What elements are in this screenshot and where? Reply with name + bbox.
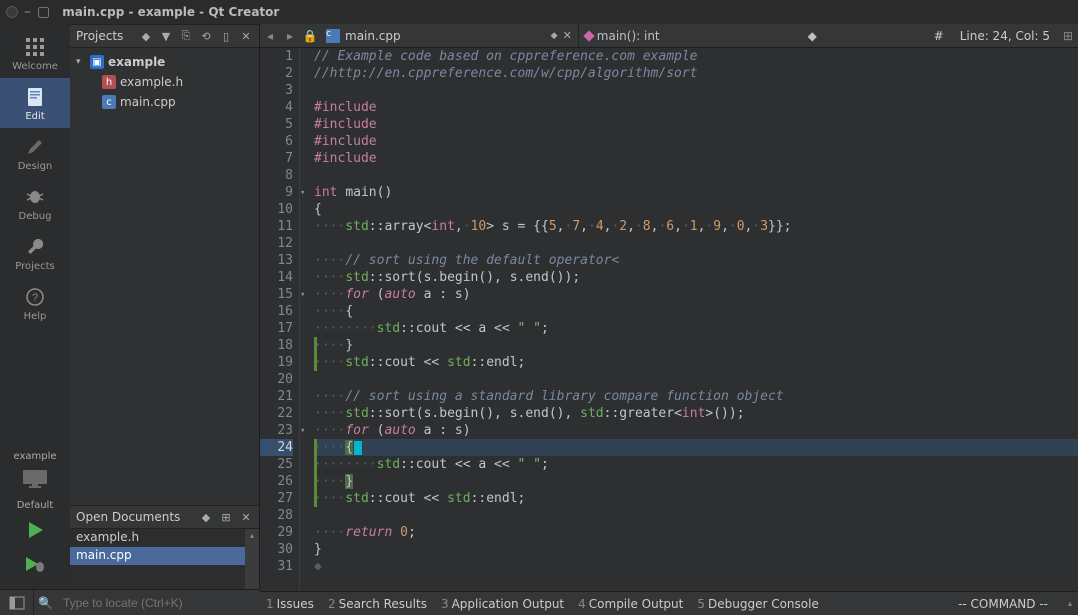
chevron-up-icon[interactable]: ▴ xyxy=(1068,599,1072,608)
open-doc-row[interactable]: main.cpp xyxy=(70,547,259,565)
mode-projects[interactable]: Projects xyxy=(0,228,70,278)
mode-projects-label: Projects xyxy=(15,261,54,272)
file-tab-label: main.cpp xyxy=(345,29,401,43)
open-doc-label: main.cpp xyxy=(76,548,132,562)
filter-icon[interactable]: ▼ xyxy=(159,29,173,43)
tree-file-row[interactable]: h example.h xyxy=(70,72,259,92)
mode-help-label: Help xyxy=(24,311,47,322)
tree-file-label: example.h xyxy=(120,75,183,89)
mode-design-label: Design xyxy=(18,161,53,172)
line-col-status[interactable]: Line: 24, Col: 5 xyxy=(952,29,1058,43)
run-button[interactable] xyxy=(0,513,70,547)
open-doc-row[interactable]: example.h xyxy=(70,529,259,547)
output-tab[interactable]: 5Debugger Console xyxy=(697,597,819,611)
locator-bar: 🔍 xyxy=(0,589,260,615)
chevron-down-icon[interactable]: ◆ xyxy=(808,29,817,43)
sync-icon[interactable]: ⟲ xyxy=(199,29,213,43)
editor-toolbar: ◂ ▸ 🔒 c main.cpp ◆ ✕ main(): int ◆ # Lin… xyxy=(260,24,1078,48)
close-panel-icon[interactable]: ✕ xyxy=(239,510,253,524)
tree-file-label: main.cpp xyxy=(120,95,176,109)
nav-back-button[interactable]: ◂ xyxy=(260,29,280,43)
output-tab[interactable]: 1Issues xyxy=(266,597,314,611)
open-doc-label: example.h xyxy=(76,530,139,544)
vim-mode-status: -- COMMAND -- xyxy=(958,597,1048,611)
split-editor-icon[interactable]: ⊞ xyxy=(1058,29,1078,43)
mode-design[interactable]: Design xyxy=(0,128,70,178)
split-icon[interactable]: ▯ xyxy=(219,29,233,43)
nav-forward-button[interactable]: ▸ xyxy=(280,29,300,43)
tree-project-row[interactable]: ▾ ▣ example xyxy=(70,52,259,72)
link-icon[interactable]: ⎘ xyxy=(179,29,193,43)
svg-text:?: ? xyxy=(32,292,38,304)
locator-input[interactable] xyxy=(57,596,260,610)
mode-welcome[interactable]: Welcome xyxy=(0,28,70,78)
window-title: main.cpp - example - Qt Creator xyxy=(62,5,279,19)
project-tree[interactable]: ▾ ▣ example h example.h c main.cpp xyxy=(70,48,259,505)
maximize-icon[interactable]: ▢ xyxy=(37,4,50,20)
kit-config-label[interactable]: Default xyxy=(17,496,54,513)
side-panel: Projects ◆ ▼ ⎘ ⟲ ▯ ✕ ▾ ▣ example h examp… xyxy=(70,24,260,615)
lock-icon[interactable]: 🔒 xyxy=(300,29,320,43)
output-tab[interactable]: 2Search Results xyxy=(328,597,427,611)
monitor-icon[interactable] xyxy=(15,466,55,492)
symbol-selector[interactable]: main(): int ◆ xyxy=(579,29,823,43)
toggle-sidebar-button[interactable] xyxy=(0,590,34,615)
split-icon[interactable]: ⊞ xyxy=(219,510,233,524)
tree-file-row[interactable]: c main.cpp xyxy=(70,92,259,112)
output-tab[interactable]: 4Compile Output xyxy=(578,597,683,611)
chevron-down-icon[interactable]: ◆ xyxy=(551,31,558,41)
open-docs-header: Open Documents ◆ ⊞ ✕ xyxy=(70,505,259,529)
mode-debug-label: Debug xyxy=(19,211,52,222)
cpp-file-icon: c xyxy=(326,29,340,43)
wrench-icon xyxy=(21,236,49,258)
minimize-icon[interactable]: – xyxy=(24,4,31,20)
editor: ◂ ▸ 🔒 c main.cpp ◆ ✕ main(): int ◆ # Lin… xyxy=(260,24,1078,615)
window-menu-icon[interactable] xyxy=(6,6,18,18)
bug-icon xyxy=(21,186,49,208)
mode-help[interactable]: ? Help xyxy=(0,278,70,328)
projects-panel-label[interactable]: Projects xyxy=(76,29,133,43)
chevron-down-icon[interactable]: ▾ xyxy=(76,57,86,67)
debug-run-button[interactable] xyxy=(0,547,70,581)
output-tab[interactable]: 3Application Output xyxy=(441,597,564,611)
code-content[interactable]: // Example code based on cppreference.co… xyxy=(310,48,1078,591)
question-icon: ? xyxy=(21,286,49,308)
folder-icon: ▣ xyxy=(90,55,104,69)
chevron-down-icon[interactable]: ◆ xyxy=(139,29,153,43)
file-tab[interactable]: c main.cpp ◆ ✕ xyxy=(320,24,579,47)
code-editor[interactable]: 1234567891011121314151617181920212223242… xyxy=(260,48,1078,591)
kit-project-label[interactable]: example xyxy=(13,447,56,464)
grid-icon xyxy=(21,36,49,58)
close-tab-icon[interactable]: ✕ xyxy=(563,29,572,42)
projects-panel-header: Projects ◆ ▼ ⎘ ⟲ ▯ ✕ xyxy=(70,24,259,48)
hash-label[interactable]: # xyxy=(926,29,952,43)
mode-debug[interactable]: Debug xyxy=(0,178,70,228)
mode-bar: Welcome Edit Design Debug Projects xyxy=(0,24,70,615)
titlebar: – ▢ main.cpp - example - Qt Creator xyxy=(0,0,1078,24)
search-icon: 🔍 xyxy=(34,596,57,610)
symbol-icon xyxy=(583,30,594,41)
mode-edit-label: Edit xyxy=(25,111,44,122)
cpp-file-icon: c xyxy=(102,95,116,109)
tree-project-label: example xyxy=(108,55,165,69)
fold-column[interactable]: ▾▾▾ xyxy=(300,48,310,591)
symbol-label: main(): int xyxy=(597,29,660,43)
line-number-gutter[interactable]: 1234567891011121314151617181920212223242… xyxy=(260,48,300,591)
document-icon xyxy=(21,86,49,108)
output-pane-tabs: 1Issues 2Search Results 3Application Outpu… xyxy=(260,591,1078,615)
chevron-down-icon[interactable]: ◆ xyxy=(199,510,213,524)
mode-welcome-label: Welcome xyxy=(12,61,58,72)
header-file-icon: h xyxy=(102,75,116,89)
close-panel-icon[interactable]: ✕ xyxy=(239,29,253,43)
open-docs-label[interactable]: Open Documents xyxy=(76,510,193,524)
pencil-icon xyxy=(21,136,49,158)
mode-edit[interactable]: Edit xyxy=(0,78,70,128)
